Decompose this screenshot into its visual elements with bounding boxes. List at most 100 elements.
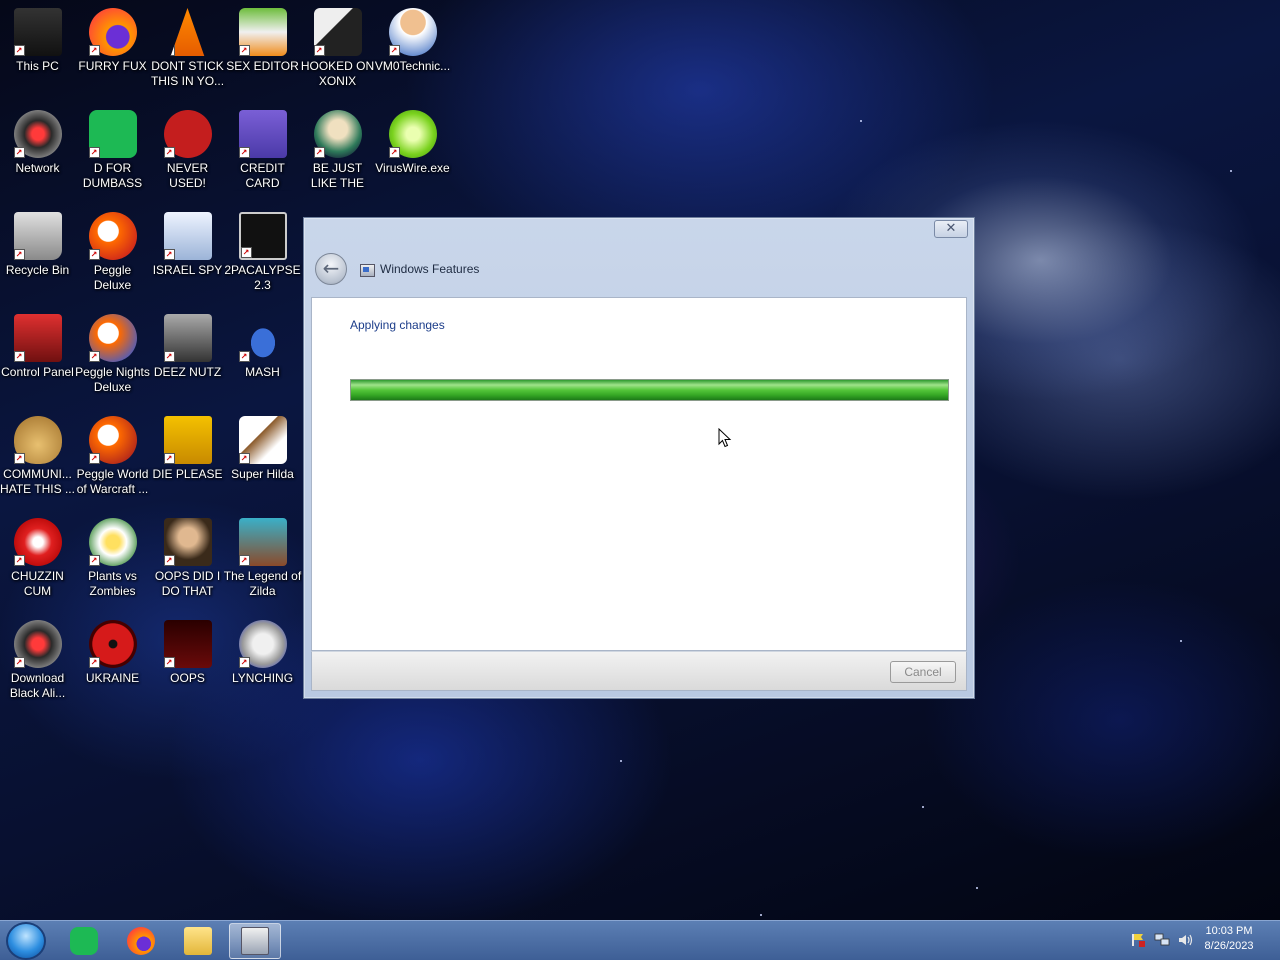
desktop-icon-label: SEX EDITOR (226, 59, 299, 73)
desktop-icon[interactable]: ↗ DIE PLEASE (150, 408, 225, 508)
folder-icon (184, 927, 212, 955)
desktop-icon[interactable]: ↗ SEX EDITOR (225, 0, 300, 100)
desktop-icon[interactable]: ↗ DEEZ NUTZ (150, 306, 225, 406)
terminal-icon: ↗ (238, 212, 287, 260)
back-arrow-icon: ← (322, 256, 340, 280)
desktop-icon[interactable]: ↗ Network (0, 102, 75, 202)
spotify-icon (70, 927, 98, 955)
desktop-icon[interactable]: ↗ This PC (0, 0, 75, 100)
desktop-icon[interactable]: ↗ OOPS (150, 612, 225, 712)
shortcut-arrow-icon: ↗ (238, 555, 250, 566)
status-text: Applying changes (350, 318, 445, 332)
desktop-icon[interactable]: ↗ The Legend of Zilda (223, 510, 302, 610)
progress-bar (350, 379, 949, 401)
desktop-icon[interactable]: ↗ HOOKED ON XONIX (300, 0, 375, 100)
network-spy-icon: ↗ (163, 212, 212, 260)
desktop-icon-label: Control Panel (1, 365, 74, 379)
desktop-icon[interactable]: ↗ BE JUST LIKE THE DUDE! (300, 102, 375, 202)
zilda-icon: ↗ (238, 518, 287, 566)
start-button[interactable] (6, 922, 46, 960)
firefox-icon (127, 927, 155, 955)
shortcut-arrow-icon: ↗ (13, 657, 25, 668)
this-pc-icon: ↗ (13, 8, 62, 56)
desktop-icon[interactable]: ↗ Plants vs Zombies (75, 510, 150, 610)
volume-icon[interactable] (1178, 933, 1194, 947)
desktop-icon[interactable]: ↗ Peggle Deluxe (75, 204, 150, 304)
desktop-icon[interactable]: ↗ VM0Technic... (375, 0, 450, 100)
action-center-flag-icon[interactable] (1130, 933, 1146, 947)
shortcut-arrow-icon: ↗ (238, 657, 250, 668)
shortcut-arrow-icon: ↗ (88, 351, 100, 362)
alien-icon: ↗ (13, 620, 62, 668)
hxd-editor-icon: ↗ (238, 8, 287, 56)
clock-date: 8/26/2023 (1204, 940, 1254, 952)
dialog-content: Applying changes (311, 297, 967, 651)
desktop-icon-label: VM0Technic... (374, 59, 451, 73)
desktop-icon-label: UKRAINE (85, 671, 140, 685)
desktop-icon[interactable]: ↗ DONT STICK THIS IN YO... (150, 0, 225, 100)
system-clock[interactable]: 10:03 PM 8/26/2023 (1194, 924, 1264, 954)
shortcut-arrow-icon: ↗ (313, 147, 325, 158)
desktop-icon-label: OOPS DID I DO THAT (154, 569, 221, 598)
desktop-icon[interactable]: ↗ COMMUNI... HATE THIS ... (0, 408, 75, 508)
windows-features-icon (360, 264, 375, 277)
desktop-icon[interactable]: ↗ Super Hilda (225, 408, 300, 508)
desktop-icon[interactable]: ↗ OOPS DID I DO THAT (150, 510, 225, 610)
desktop-icon-label: Network (15, 161, 60, 175)
desktop-icon[interactable]: ↗ NEVER USED! (150, 102, 225, 202)
desktop-icon-label: VirusWire.exe (375, 161, 450, 175)
pixel-cat-icon: ↗ (238, 416, 287, 464)
shortcut-arrow-icon: ↗ (163, 555, 175, 566)
desktop-icon[interactable]: ↗ UKRAINE (75, 612, 150, 712)
close-icon: ✕ (945, 221, 957, 236)
desktop-icon[interactable]: ↗ LYNCHING (225, 612, 300, 712)
network-tray-icon[interactable] (1154, 933, 1170, 947)
shortcut-arrow-icon: ↗ (88, 555, 100, 566)
taskbar-file-explorer[interactable] (172, 923, 224, 959)
shortcut-arrow-icon: ↗ (163, 453, 175, 464)
back-button[interactable]: ← (315, 253, 347, 285)
desktop-icon[interactable]: ↗ Control Panel (0, 306, 75, 406)
desktop-icon[interactable]: ↗ Peggle World of Warcraft ... (75, 408, 150, 508)
oops-icon: ↗ (163, 620, 212, 668)
desktop-icon-label: The Legend of Zilda (223, 569, 302, 598)
shortcut-arrow-icon: ↗ (238, 147, 250, 158)
desktop-icon-label: Super Hilda (231, 467, 294, 481)
desktop-icon[interactable]: ↗ CHUZZIN CUM (0, 510, 75, 610)
desktop-icon-label: CHUZZIN CUM (11, 569, 64, 598)
desktop-icon[interactable]: ↗ Recycle Bin (0, 204, 75, 304)
plants-vs-zombies-icon: ↗ (88, 518, 137, 566)
desktop-icon[interactable]: ↗ CREDIT CARD CHECKER (225, 102, 300, 202)
clock-time: 10:03 PM (1205, 925, 1253, 937)
desktop-icon[interactable]: ↗ VirusWire.exe (375, 102, 450, 202)
desktop-icon-label: FURRY FUX (78, 59, 147, 73)
desktop-icon-label: HOOKED ON XONIX (300, 59, 375, 88)
shortcut-arrow-icon: ↗ (170, 45, 175, 56)
money-bag-icon: ↗ (13, 416, 62, 464)
desktop-icon[interactable]: ↗ Download Black Ali... (0, 612, 75, 712)
devcpp-icon: ↗ (163, 110, 212, 158)
desktop-icon[interactable]: ↗ MASH (225, 306, 300, 406)
desktop-icon[interactable]: ↗ 2PACALYPSE 2.3 (224, 204, 301, 304)
desktop-icon[interactable]: ↗ D FOR DUMBASS (75, 102, 150, 202)
dude-icon: ↗ (313, 110, 362, 158)
desktop-icon[interactable]: ↗ Peggle Nights Deluxe (75, 306, 150, 406)
taskbar-firefox[interactable] (115, 923, 167, 959)
close-button[interactable]: ✕ (934, 220, 968, 238)
shortcut-arrow-icon: ↗ (13, 453, 25, 464)
recycle-bin-icon: ↗ (13, 212, 62, 260)
die-icon: ↗ (163, 416, 212, 464)
desktop-icon[interactable]: ↗ ISRAEL SPY (150, 204, 225, 304)
progress-bar-fill (351, 380, 948, 400)
shortcut-arrow-icon: ↗ (163, 351, 175, 362)
desktop-icon[interactable]: ↗ FURRY FUX (75, 0, 150, 100)
desktop-icon-label: DEEZ NUTZ (153, 365, 222, 379)
portrait-icon: ↗ (163, 518, 212, 566)
taskbar-spotify[interactable] (58, 923, 110, 959)
cancel-button[interactable]: Cancel (890, 661, 956, 683)
windows-stack-icon: ↗ (163, 314, 212, 362)
shortcut-arrow-icon: ↗ (88, 45, 100, 56)
taskbar-windows-features[interactable] (229, 923, 281, 959)
desktop-icon-label: MASH (245, 365, 280, 379)
shortcut-arrow-icon: ↗ (238, 453, 250, 464)
